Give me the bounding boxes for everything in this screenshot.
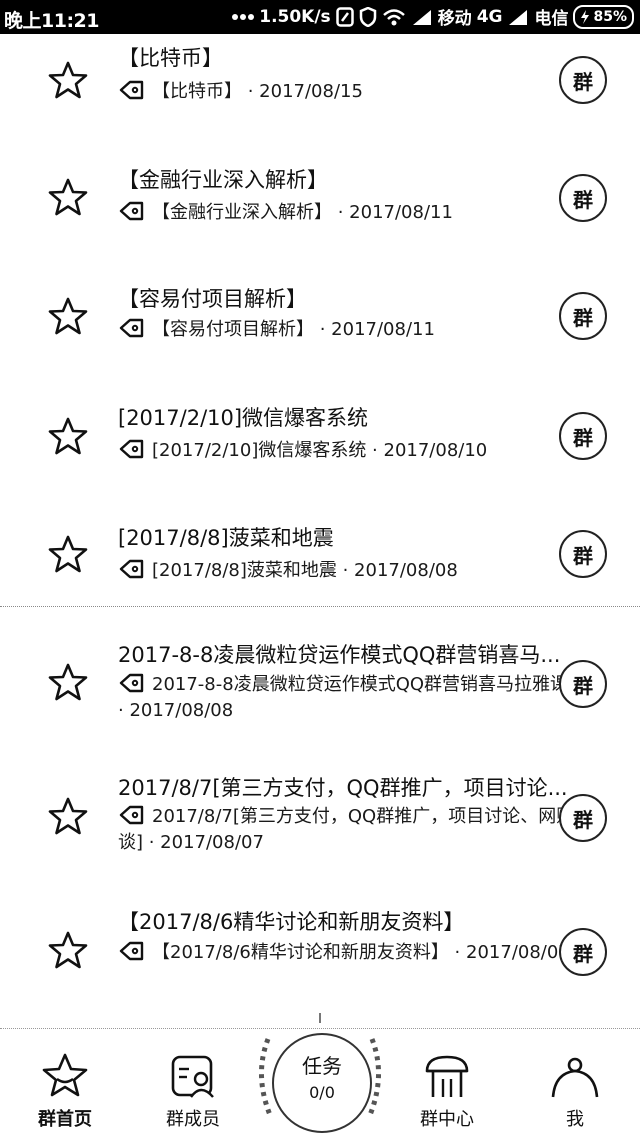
item-meta-text: 【2017/8/6精华讨论和新朋友资料】 · 2017/08/07: [152, 942, 570, 963]
shield-icon: [359, 6, 377, 27]
list-item[interactable]: 2017-8-8凌晨微粒贷运作模式QQ群营销喜马... 2017-8-8凌晨微粒…: [0, 638, 640, 756]
charging-bolt-icon: [581, 9, 590, 24]
group-button[interactable]: 群: [559, 412, 607, 460]
item-meta-text: [2017/2/10]微信爆客系统 · 2017/08/10: [152, 440, 488, 461]
item-title: 【2017/8/6精华讨论和新朋友资料】: [118, 910, 465, 934]
person-icon: [551, 1057, 599, 1098]
nfc-icon: [335, 6, 354, 27]
task-button[interactable]: 任务 0/0: [272, 1033, 372, 1133]
list-item[interactable]: 【容易付项目解析】 【容易付项目解析】 · 2017/08/11 群: [0, 284, 640, 402]
item-meta: [2017/8/8]菠菜和地震 · 2017/08/08: [118, 558, 596, 584]
net-speed: 1.50K/s: [259, 6, 331, 27]
item-meta: [2017/2/10]微信爆客系统 · 2017/08/10: [118, 438, 596, 464]
group-button[interactable]: 群: [559, 174, 607, 222]
course-list[interactable]: 【比特币】 【比特币】 · 2017/08/15 群 【金融行业深入解析】 【金…: [0, 34, 640, 1019]
star-icon[interactable]: [48, 662, 88, 702]
status-bar: 晚上11:21 1.50K/s 移动 4G 电信 85%: [0, 0, 640, 34]
group-button[interactable]: 群: [559, 292, 607, 340]
group-button[interactable]: 群: [559, 928, 607, 976]
tag-icon: [119, 439, 144, 459]
item-meta-text: [2017/8/8]菠菜和地震 · 2017/08/08: [152, 560, 458, 581]
network-type: 4G: [476, 6, 503, 27]
tab-group-home[interactable]: 群首页: [10, 1049, 120, 1137]
battery-level: 85%: [593, 8, 627, 25]
item-meta: 【金融行业深入解析】 · 2017/08/11: [118, 200, 596, 226]
tab-group-members[interactable]: 群成员: [138, 1049, 248, 1137]
star-icon[interactable]: [48, 930, 88, 970]
signal-icon-2: [507, 8, 529, 26]
bottom-tab-bar: 群首页 群成员 任务 0/0 群中心 我: [0, 1013, 640, 1139]
item-title: 【比特币】: [118, 46, 223, 70]
group-button[interactable]: 群: [559, 660, 607, 708]
list-item[interactable]: [2017/2/10]微信爆客系统 [2017/2/10]微信爆客系统 · 20…: [0, 404, 640, 522]
item-title: 【容易付项目解析】: [118, 287, 307, 311]
tag-icon: [119, 318, 144, 338]
item-meta-text: 【金融行业深入解析】 · 2017/08/11: [152, 202, 453, 223]
star-icon[interactable]: [48, 60, 88, 100]
task-label: 任务: [302, 1054, 342, 1078]
item-title: [2017/2/10]微信爆客系统: [118, 406, 369, 430]
item-meta-text: 【比特币】 · 2017/08/15: [152, 81, 363, 102]
tab-label-members: 群成员: [166, 1109, 220, 1130]
signal-icon: [411, 8, 433, 26]
wifi-icon: [382, 8, 406, 26]
item-meta: 【2017/8/6精华讨论和新朋友资料】 · 2017/08/07: [118, 940, 596, 966]
list-divider: [0, 606, 640, 609]
carrier-2: 电信: [534, 9, 569, 29]
status-indicators: 1.50K/s 移动 4G 电信 85%: [232, 4, 634, 29]
status-time: 晚上11:21: [4, 10, 99, 32]
item-title: 【金融行业深入解析】: [118, 168, 328, 192]
item-meta-text: 2017-8-8凌晨微粒贷运作模式QQ群营销喜马拉雅课程 · 2017/08/0…: [118, 674, 587, 721]
item-title: 2017/8/7[第三方支付，QQ群推广，项目讨论...: [118, 776, 568, 800]
group-home-icon: [42, 1053, 88, 1097]
star-icon[interactable]: [48, 534, 88, 574]
member-card-icon: [171, 1055, 214, 1098]
tab-me[interactable]: 我: [520, 1049, 630, 1137]
battery-indicator: 85%: [573, 4, 634, 29]
list-item[interactable]: 【2017/8/6精华讨论和新朋友资料】 【2017/8/6精华讨论和新朋友资料…: [0, 902, 640, 1019]
item-title: 2017-8-8凌晨微粒贷运作模式QQ群营销喜马...: [118, 643, 561, 667]
group-button[interactable]: 群: [559, 794, 607, 842]
group-button[interactable]: 群: [559, 56, 607, 104]
list-item[interactable]: 【金融行业深入解析】 【金融行业深入解析】 · 2017/08/11 群: [0, 163, 640, 281]
item-meta-text: 【容易付项目解析】 · 2017/08/11: [152, 319, 435, 340]
tab-label-me: 我: [566, 1109, 584, 1130]
tag-icon: [119, 673, 144, 693]
tag-icon: [119, 201, 144, 221]
star-icon[interactable]: [48, 796, 88, 836]
tag-icon: [119, 559, 144, 579]
tag-icon: [119, 941, 144, 961]
star-icon[interactable]: [48, 177, 88, 217]
group-button[interactable]: 群: [559, 530, 607, 578]
item-meta-text: 2017/8/7[第三方支付，QQ群推广，项目讨论、网赚杂谈] · 2017/0…: [118, 806, 593, 853]
shop-awning-icon: [425, 1055, 469, 1097]
item-meta: 【容易付项目解析】 · 2017/08/11: [118, 317, 596, 343]
carrier-1: 移动: [437, 9, 472, 29]
tab-label-center: 群中心: [420, 1109, 474, 1130]
task-count: 0/0: [309, 1083, 335, 1102]
item-meta: 【比特币】 · 2017/08/15: [118, 79, 596, 105]
star-icon[interactable]: [48, 296, 88, 336]
list-item[interactable]: 2017/8/7[第三方支付，QQ群推广，项目讨论... 2017/8/7[第三…: [0, 772, 640, 890]
tab-group-center[interactable]: 群中心: [392, 1049, 502, 1137]
item-meta: 2017/8/7[第三方支付，QQ群推广，项目讨论、网赚杂谈] · 2017/0…: [118, 804, 596, 856]
list-item[interactable]: [2017/8/8]菠菜和地震 [2017/8/8]菠菜和地震 · 2017/0…: [0, 524, 640, 642]
list-item[interactable]: 【比特币】 【比特币】 · 2017/08/15 群: [0, 34, 640, 152]
tag-icon: [119, 80, 144, 100]
item-meta: 2017-8-8凌晨微粒贷运作模式QQ群营销喜马拉雅课程 · 2017/08/0…: [118, 672, 596, 724]
star-icon[interactable]: [48, 416, 88, 456]
more-dots-icon: [232, 13, 255, 21]
item-title: [2017/8/8]菠菜和地震: [118, 526, 334, 550]
tag-icon: [119, 805, 144, 825]
tab-label-home: 群首页: [38, 1109, 92, 1130]
